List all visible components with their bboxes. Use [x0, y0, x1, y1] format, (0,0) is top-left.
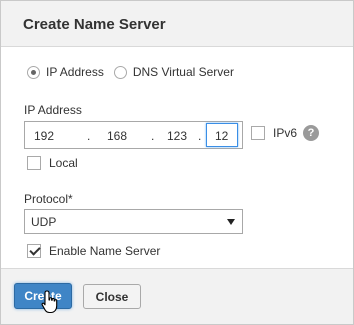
ip-octet-1[interactable]: 192 [34, 129, 54, 143]
server-type-radio-group: IP Address DNS Virtual Server [27, 65, 244, 79]
dialog-header: Create Name Server [1, 1, 353, 47]
enable-name-server-checkbox[interactable] [27, 244, 41, 258]
protocol-label: Protocol* [24, 192, 73, 206]
ip-address-label: IP Address [24, 103, 82, 117]
radio-dns-virtual-server[interactable] [113, 65, 127, 79]
ipv6-checkbox[interactable] [251, 126, 265, 140]
enable-name-server-option: Enable Name Server [27, 244, 160, 258]
local-checkbox[interactable] [27, 156, 41, 170]
protocol-select[interactable]: UDP [24, 209, 243, 234]
ip-octet-4-value: 12 [215, 129, 229, 143]
hand-cursor-icon [41, 290, 58, 314]
local-label[interactable]: Local [49, 156, 78, 170]
ip-octet-4[interactable]: 12 [206, 123, 238, 147]
radio-dns-virtual-server-label[interactable]: DNS Virtual Server [133, 65, 234, 79]
radio-ip-address[interactable] [27, 65, 40, 79]
dropdown-arrow-icon [227, 219, 235, 225]
help-icon[interactable]: ? [303, 125, 320, 141]
ip-octet-3[interactable]: 123 [167, 129, 187, 143]
ip-address-input[interactable]: 192 . 168 . 123 . 12 [24, 121, 243, 149]
ip-dot-separator: . [87, 129, 91, 143]
ipv6-option: IPv6 ? [251, 125, 320, 141]
enable-name-server-label[interactable]: Enable Name Server [49, 244, 160, 258]
close-button[interactable]: Close [83, 284, 141, 309]
ip-dot-separator: . [198, 129, 202, 143]
radio-ip-address-label[interactable]: IP Address [46, 65, 104, 79]
dialog-title: Create Name Server [23, 16, 166, 33]
ip-octet-2[interactable]: 168 [107, 129, 127, 143]
local-option: Local [27, 156, 78, 170]
protocol-selected-value: UDP [31, 215, 57, 229]
create-name-server-dialog: Create Name Server IP Address DNS Virtua… [0, 0, 354, 325]
ipv6-label[interactable]: IPv6 [273, 126, 297, 140]
ip-dot-separator: . [151, 129, 155, 143]
